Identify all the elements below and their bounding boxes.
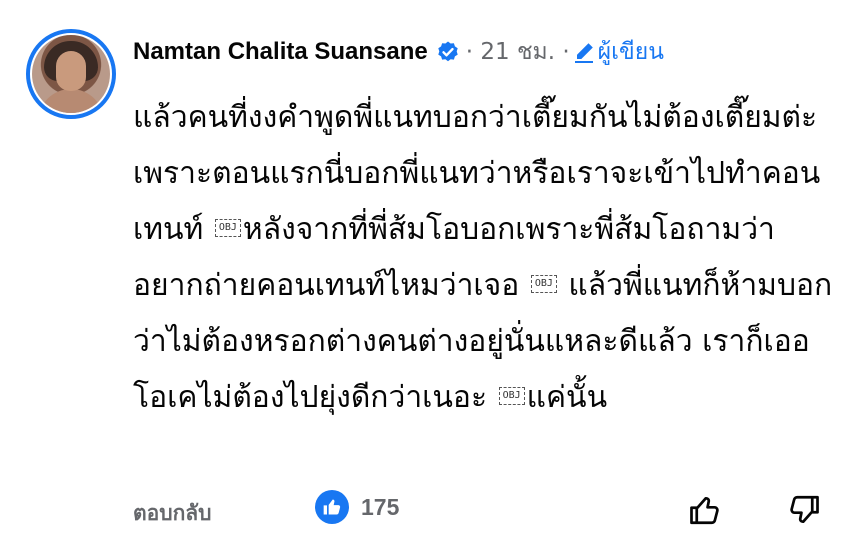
comment-text-part-4: แค่นั้น <box>526 380 608 415</box>
reply-button[interactable]: ตอบกลับ <box>133 497 212 530</box>
thumbs-down-icon[interactable] <box>786 492 822 528</box>
thumbs-up-icon[interactable] <box>687 492 723 528</box>
object-placeholder: OBJ <box>214 218 241 237</box>
verified-badge-icon <box>438 41 458 62</box>
like-reaction-icon <box>315 490 349 524</box>
author-name[interactable]: Namtan Chalita Suansane <box>133 38 428 66</box>
comment-header: Namtan Chalita Suansane · 21 ชม. · ผู้เข… <box>133 34 664 70</box>
comment-actions: ตอบกลับ 175 <box>133 490 833 530</box>
avatar-image <box>32 35 110 113</box>
comment-time[interactable]: · 21 ชม. · <box>466 34 570 70</box>
pencil-icon <box>574 43 593 63</box>
like-count: 175 <box>361 493 400 520</box>
author-badge: ผู้เขียน <box>597 39 664 65</box>
reaction-summary[interactable]: 175 <box>315 490 399 524</box>
object-placeholder: OBJ <box>530 274 557 293</box>
comment-text: แล้วคนที่งงคำพูดพี่แนทบอกว่าเตี๊ยมกันไม่… <box>133 90 833 426</box>
object-placeholder: OBJ <box>498 386 525 405</box>
avatar[interactable] <box>26 29 116 119</box>
